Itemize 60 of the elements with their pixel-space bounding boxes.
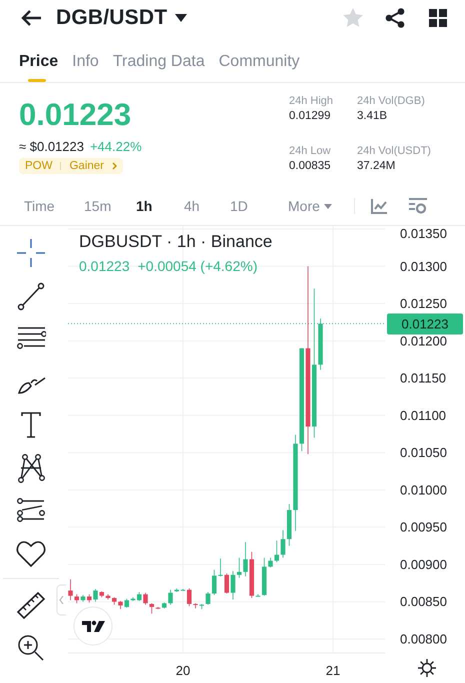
zoom-in-icon[interactable] — [16, 633, 46, 663]
stat-label: 24h High — [289, 95, 334, 107]
tab[interactable]: Community — [218, 49, 300, 82]
price-axis-label: 0.01100 — [400, 408, 446, 423]
price-axis-label: 0.00950 — [400, 520, 447, 535]
price-axis-label: 0.01050 — [400, 445, 447, 460]
share-icon[interactable] — [385, 8, 405, 28]
collapse-handle[interactable] — [56, 584, 66, 616]
price-axis-label: 0.01300 — [400, 258, 447, 274]
tab[interactable]: Info — [72, 49, 99, 82]
tag-label: POW — [25, 160, 52, 172]
price-axis-label: 0.00800 — [400, 632, 447, 646]
stat-value: 0.00835 — [289, 160, 332, 172]
legend-price: 0.01223 — [79, 258, 130, 274]
heart-icon[interactable] — [16, 539, 46, 569]
price-axis-label: 0.01200 — [400, 333, 447, 348]
price-change: +44.22% — [90, 139, 142, 154]
legend-change: +0.00054 (+4.62%) — [138, 258, 258, 274]
chart-title: DGBUSDT · 1h · Binance — [79, 232, 272, 252]
tab[interactable]: Trading Data — [112, 49, 205, 82]
tag-label: Gainer — [69, 160, 104, 172]
settings-icon[interactable] — [417, 658, 437, 678]
interval-tab[interactable]: Time — [24, 198, 84, 214]
caret-icon — [324, 204, 332, 208]
price-axis-label: 0.01000 — [400, 482, 447, 498]
interval-tab[interactable]: 15m — [84, 198, 136, 214]
star-icon[interactable] — [343, 8, 363, 27]
price-axis-label: 0.00850 — [400, 594, 447, 610]
price-axis-label: 0.01250 — [400, 296, 447, 312]
last-price: 0.01223 — [19, 97, 132, 133]
interval-tab[interactable]: 1h — [136, 198, 184, 214]
grid-icon[interactable] — [429, 8, 447, 26]
stat-label: 24h Low — [289, 144, 332, 156]
back-icon[interactable] — [20, 8, 42, 26]
price-axis-label: 0.00900 — [400, 556, 447, 572]
interval-tab[interactable]: 4h — [184, 198, 230, 214]
time-axis-label: 21 — [326, 663, 340, 678]
tab[interactable]: Price — [19, 49, 58, 82]
price-axis-label: 0.01150 — [400, 370, 446, 386]
stat-label: 24h Vol(USDT) — [357, 144, 432, 156]
pattern-icon[interactable] — [16, 453, 46, 483]
trend-line-icon[interactable] — [16, 281, 46, 311]
stat-value: 0.01299 — [289, 110, 332, 122]
last-price-tag: 0.01223 — [387, 313, 463, 334]
chevron-icon — [112, 162, 118, 170]
pair-title[interactable]: DGB/USDT — [56, 6, 168, 30]
stat-value: 37.24M — [357, 160, 396, 172]
price-axis-label: 0.01350 — [400, 226, 447, 241]
interval-tab[interactable]: More — [288, 198, 346, 214]
tag-bar[interactable]: POW Gainer — [19, 158, 124, 174]
usd-price: ≈ $0.01223 — [19, 139, 84, 154]
time-axis-label: 20 — [176, 663, 190, 678]
interval-tab[interactable]: 1D — [230, 198, 288, 214]
ruler-icon[interactable] — [16, 590, 46, 620]
stat-label: 24h Vol(DGB) — [357, 95, 426, 107]
caret-icon[interactable] — [175, 14, 188, 22]
chart-type-icon[interactable] — [371, 198, 387, 214]
indicator-settings-icon[interactable] — [409, 198, 427, 214]
stat-value: 3.41B — [357, 110, 388, 122]
crosshair-icon[interactable] — [16, 238, 46, 268]
